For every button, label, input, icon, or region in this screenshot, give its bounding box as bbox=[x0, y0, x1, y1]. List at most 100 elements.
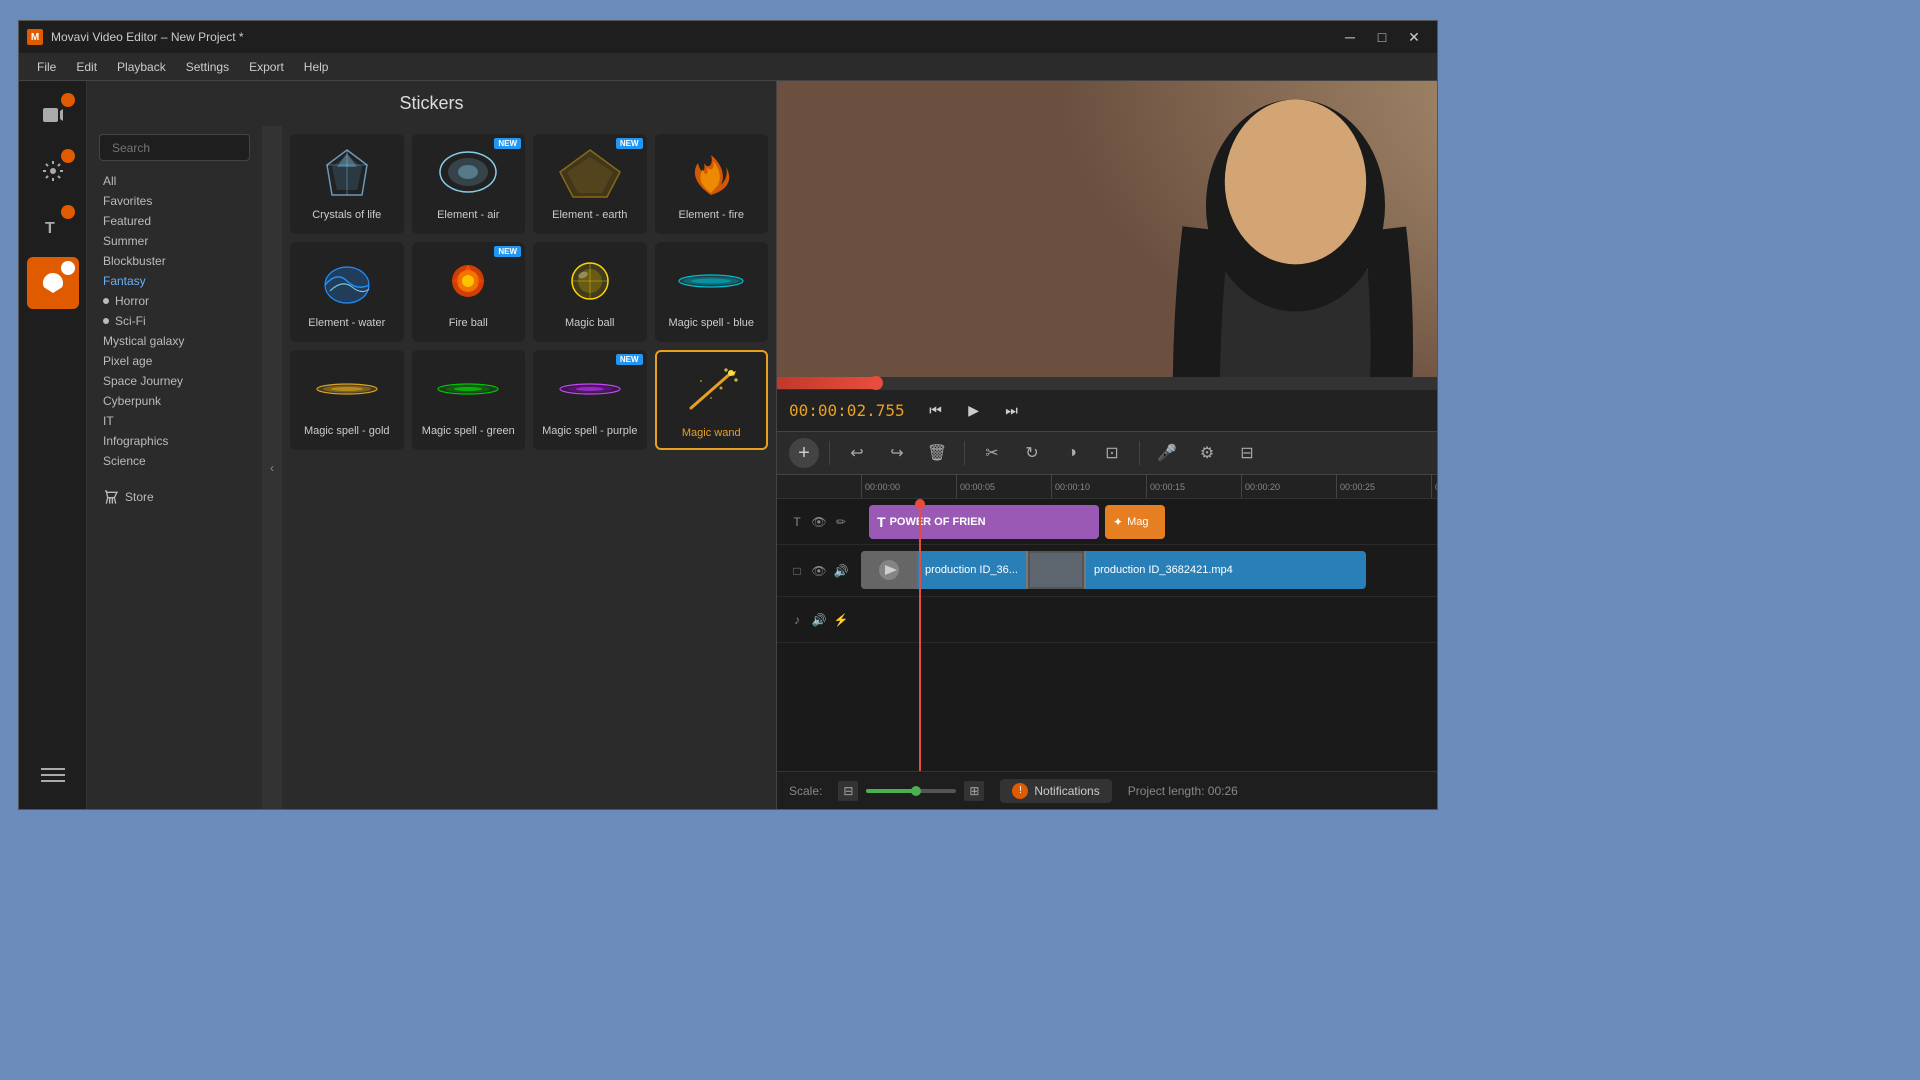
clip-video-main[interactable]: production ID_36... production ID_368242… bbox=[861, 551, 1366, 589]
sticker-magicspell-purple[interactable]: NEW Magic spell - purple bbox=[533, 350, 647, 450]
clip-sticker-label: Mag bbox=[1127, 516, 1148, 528]
scale-slider[interactable] bbox=[866, 789, 956, 793]
sticker-element-earth[interactable]: NEW Element - earth bbox=[533, 134, 647, 234]
crop-button[interactable]: ⊡ bbox=[1095, 436, 1129, 470]
track-audio-button[interactable]: 🔊 bbox=[832, 562, 850, 580]
category-it[interactable]: IT bbox=[99, 411, 250, 431]
sticker-element-water[interactable]: Element - water bbox=[290, 242, 404, 342]
rotate-button[interactable]: ↻ bbox=[1015, 436, 1049, 470]
menu-settings[interactable]: Settings bbox=[176, 56, 239, 78]
maximize-button[interactable]: □ bbox=[1367, 27, 1397, 47]
category-mystical[interactable]: Mystical galaxy bbox=[99, 331, 250, 351]
video-preview: ? bbox=[777, 81, 1437, 377]
notifications-label: Notifications bbox=[1034, 784, 1099, 798]
categories-panel: ✕ All Favorites Featured Summer Blockbus… bbox=[87, 126, 262, 809]
category-fantasy[interactable]: Fantasy bbox=[99, 271, 250, 291]
category-infographics[interactable]: Infographics bbox=[99, 431, 250, 451]
sidebar-icon-effects[interactable] bbox=[27, 145, 79, 197]
close-button[interactable]: ✕ bbox=[1399, 27, 1429, 47]
track-video-icon: □ bbox=[788, 562, 806, 580]
store-button[interactable]: Store bbox=[99, 483, 250, 511]
sticker-label-water: Element - water bbox=[308, 316, 385, 330]
sidebar-icon-video[interactable] bbox=[27, 89, 79, 141]
ruler-mark-15: 00:00:15 bbox=[1146, 475, 1241, 499]
category-science[interactable]: Science bbox=[99, 451, 250, 471]
skip-to-end-button[interactable]: ⏭ bbox=[997, 396, 1027, 426]
sticker-label-magicpurple: Magic spell - purple bbox=[542, 424, 637, 438]
time-static: 00:00:0 bbox=[789, 401, 856, 420]
ruler-mark-25: 00:00:25 bbox=[1336, 475, 1431, 499]
project-length-label: Project length: 00:26 bbox=[1128, 784, 1238, 798]
category-all[interactable]: All bbox=[99, 171, 250, 191]
category-featured[interactable]: Featured bbox=[99, 211, 250, 231]
category-favorites[interactable]: Favorites bbox=[99, 191, 250, 211]
scale-fill bbox=[866, 789, 916, 793]
sidebar-icon-menu[interactable] bbox=[27, 749, 79, 801]
scale-out-button[interactable]: ⊟ bbox=[838, 781, 858, 801]
track-edit-button[interactable]: ✏ bbox=[832, 513, 850, 531]
sticker-magicwand[interactable]: Magic wand bbox=[655, 350, 769, 450]
category-summer[interactable]: Summer bbox=[99, 231, 250, 251]
sticker-thumb-earth bbox=[550, 142, 630, 202]
sticker-thumb-crystal bbox=[307, 142, 387, 202]
sticker-thumb-magicpurple bbox=[550, 358, 630, 418]
track-audio-detach-button[interactable]: ⚡ bbox=[832, 611, 850, 629]
clip-text-power[interactable]: T POWER OF FRIEN bbox=[869, 505, 1099, 539]
progress-handle[interactable] bbox=[869, 376, 883, 390]
play-pause-button[interactable]: ▶ bbox=[959, 396, 989, 426]
adjust-button[interactable]: ⊟ bbox=[1230, 436, 1264, 470]
category-space[interactable]: Space Journey bbox=[99, 371, 250, 391]
cut-button[interactable]: ✂ bbox=[975, 436, 1009, 470]
track-audio-visibility-button[interactable]: 🔊 bbox=[810, 611, 828, 629]
collapse-panel-button[interactable]: ‹ bbox=[262, 126, 282, 809]
color-button[interactable]: ◑ bbox=[1055, 436, 1089, 470]
undo-button[interactable]: ↩ bbox=[840, 436, 874, 470]
settings-button[interactable]: ⚙ bbox=[1190, 436, 1224, 470]
category-horror[interactable]: Horror bbox=[99, 291, 250, 311]
notifications-button[interactable]: ! Notifications bbox=[1000, 779, 1111, 803]
sticker-magicspell-gold[interactable]: Magic spell - gold bbox=[290, 350, 404, 450]
skip-to-start-button[interactable]: ⏮ bbox=[921, 396, 951, 426]
search-input[interactable] bbox=[112, 141, 262, 155]
sticker-element-fire[interactable]: Element - fire bbox=[655, 134, 769, 234]
menu-help[interactable]: Help bbox=[294, 56, 339, 78]
mic-button[interactable]: 🎤 bbox=[1150, 436, 1184, 470]
sticker-thumb-air bbox=[428, 142, 508, 202]
sticker-crystals-of-life[interactable]: Crystals of life bbox=[290, 134, 404, 234]
menu-edit[interactable]: Edit bbox=[66, 56, 107, 78]
sticker-magicspell-blue[interactable]: Magic spell - blue bbox=[655, 242, 769, 342]
sidebar-icon-stickers[interactable] bbox=[27, 257, 79, 309]
stickers-body: ✕ All Favorites Featured Summer Blockbus… bbox=[87, 126, 776, 809]
sticker-fireball[interactable]: NEW Fire ball bbox=[412, 242, 526, 342]
titles-badge bbox=[61, 205, 75, 219]
track-visibility-button[interactable]: 👁 bbox=[810, 513, 828, 531]
progress-bar[interactable] bbox=[777, 377, 1437, 389]
project-length-value: 00:26 bbox=[1208, 784, 1238, 798]
stickers-badge bbox=[61, 261, 75, 275]
search-box[interactable]: ✕ bbox=[99, 134, 250, 161]
minimize-button[interactable]: ─ bbox=[1335, 27, 1365, 47]
scale-in-button[interactable]: ⊞ bbox=[964, 781, 984, 801]
clip-sticker-mag[interactable]: ✦ Mag bbox=[1105, 505, 1165, 539]
category-pixel[interactable]: Pixel age bbox=[99, 351, 250, 371]
menu-playback[interactable]: Playback bbox=[107, 56, 176, 78]
sticker-magicball[interactable]: Magic ball bbox=[533, 242, 647, 342]
menu-file[interactable]: File bbox=[27, 56, 66, 78]
window-controls: ─ □ ✕ bbox=[1335, 27, 1429, 47]
category-cyberpunk[interactable]: Cyberpunk bbox=[99, 391, 250, 411]
redo-button[interactable]: ↪ bbox=[880, 436, 914, 470]
menu-export[interactable]: Export bbox=[239, 56, 294, 78]
effects-badge bbox=[61, 149, 75, 163]
sticker-element-air[interactable]: NEW Element - air bbox=[412, 134, 526, 234]
sticker-label-fireball: Fire ball bbox=[449, 316, 488, 330]
track-video-visibility-button[interactable]: 👁 bbox=[810, 562, 828, 580]
category-blockbuster[interactable]: Blockbuster bbox=[99, 251, 250, 271]
track-row-text: T 👁 ✏ T POWER OF FRIEN ✦ Mag bbox=[777, 499, 1437, 545]
add-track-button[interactable]: + bbox=[789, 438, 819, 468]
delete-button[interactable]: 🗑 bbox=[920, 436, 954, 470]
preview-svg bbox=[777, 81, 1437, 377]
category-scifi[interactable]: Sci-Fi bbox=[99, 311, 250, 331]
scifi-dot bbox=[103, 318, 109, 324]
sidebar-icon-titles[interactable]: T bbox=[27, 201, 79, 253]
sticker-magicspell-green[interactable]: Magic spell - green bbox=[412, 350, 526, 450]
